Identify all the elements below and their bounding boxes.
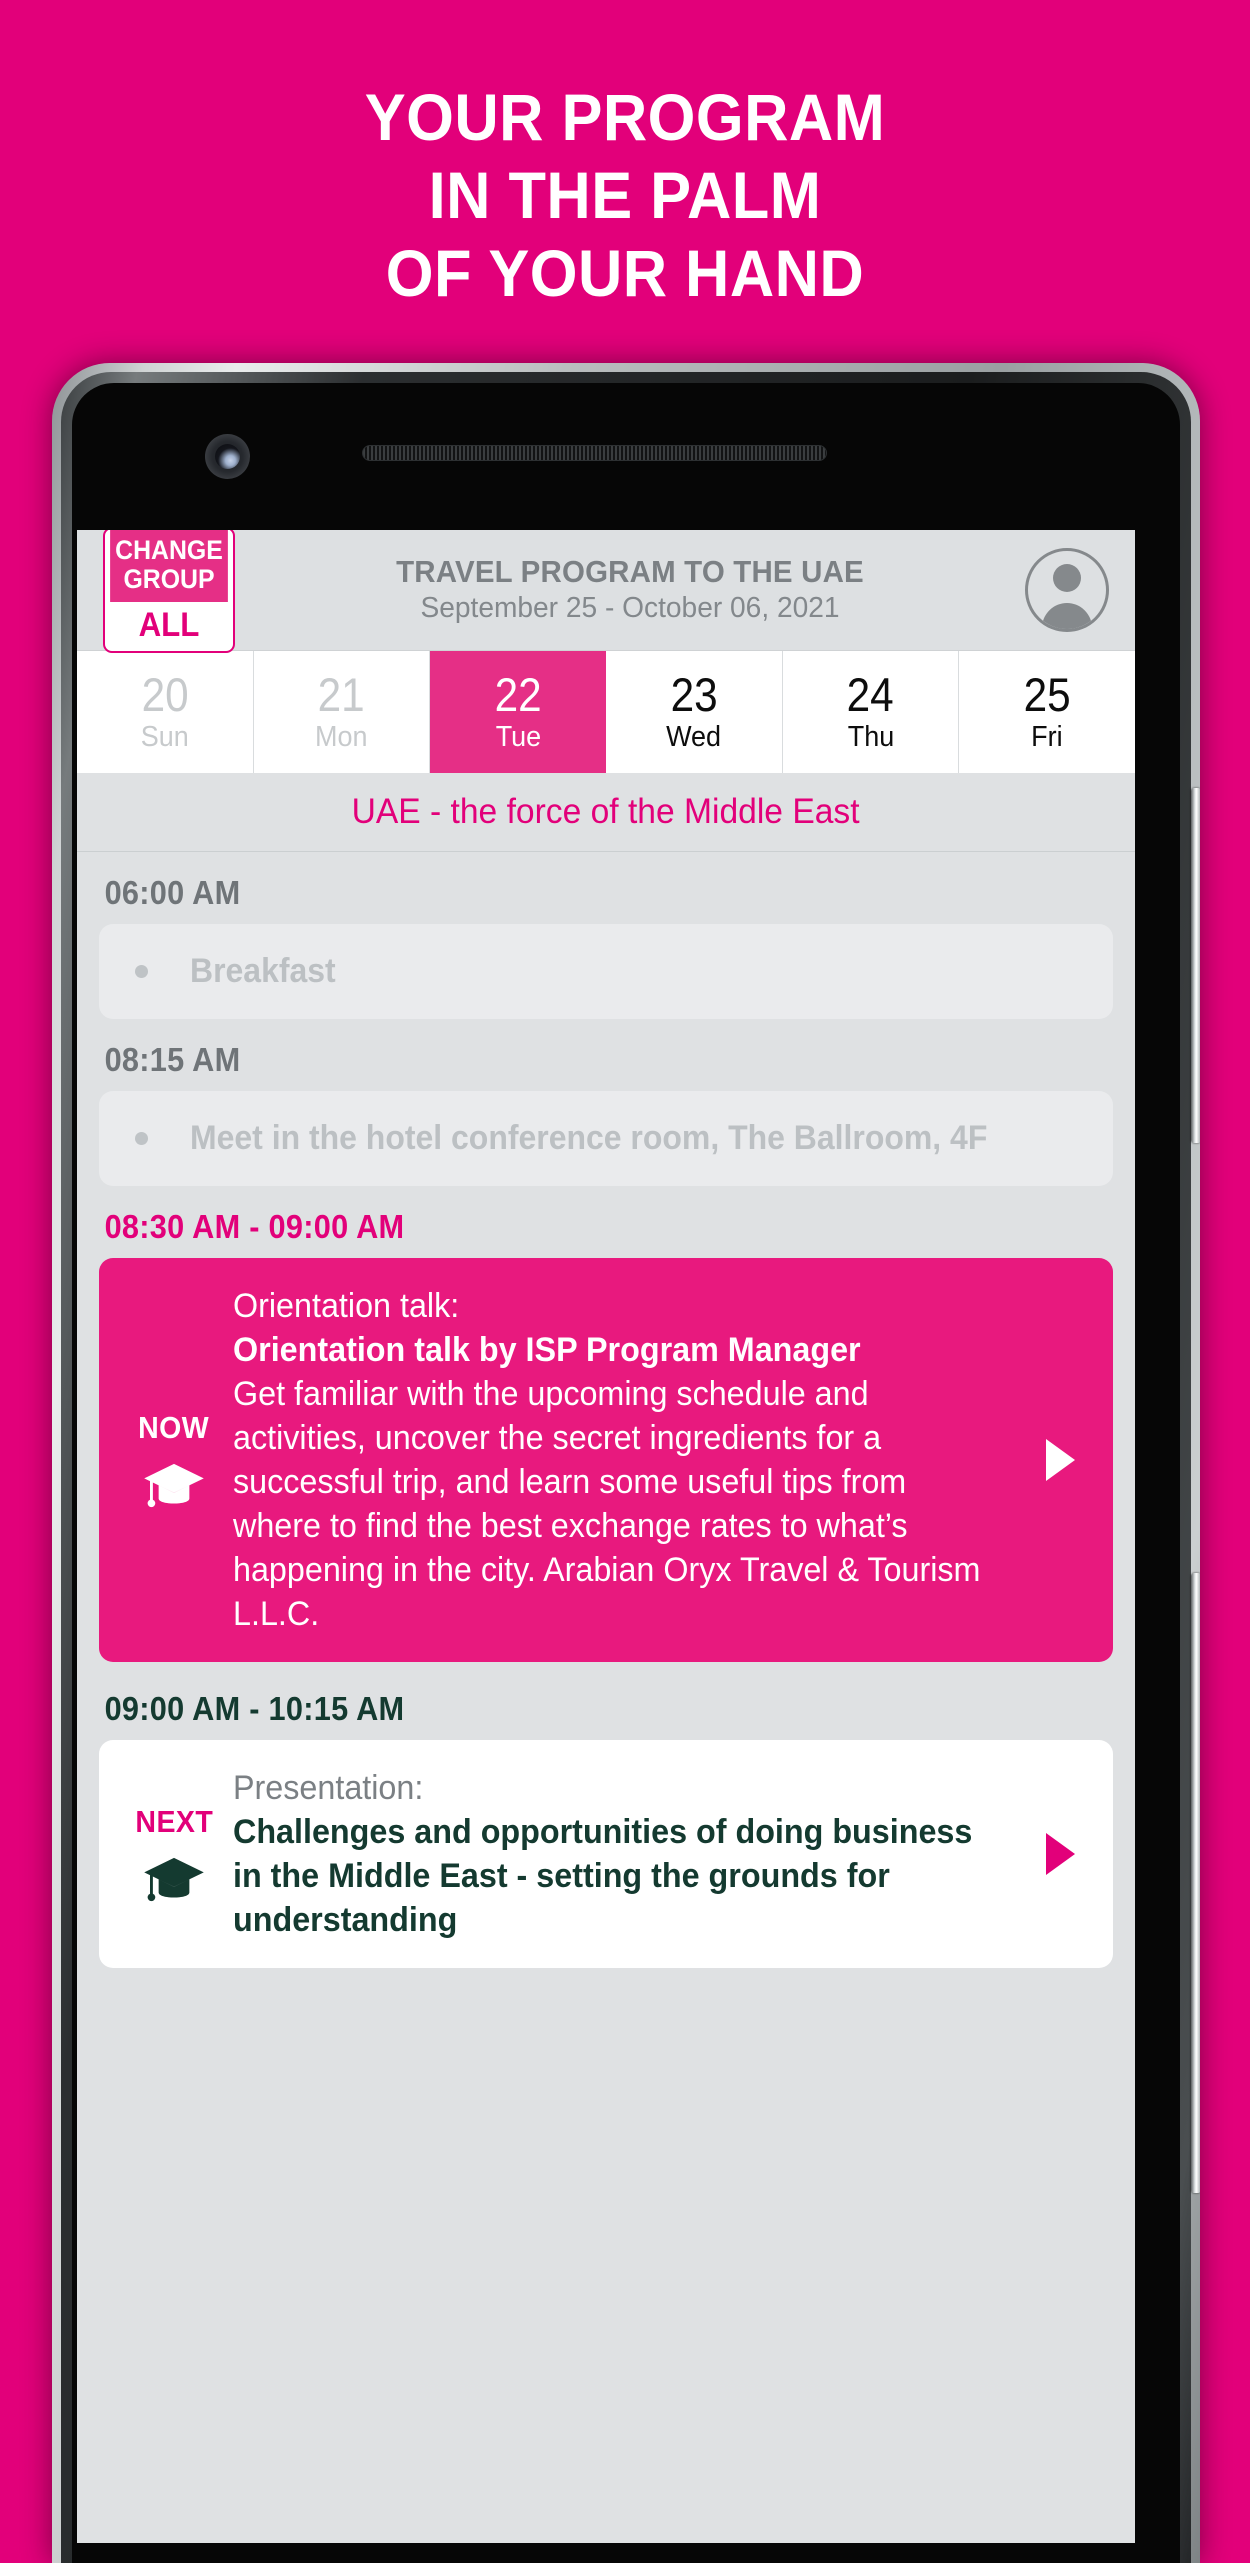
list-item-next[interactable]: NEXT Presentation: Challenges and opport…	[99, 1740, 1113, 1968]
avatar-body	[1042, 603, 1092, 629]
date-cell-20[interactable]: 20 Sun	[77, 651, 254, 773]
date-cell-21[interactable]: 21 Mon	[254, 651, 431, 773]
status-badge: NOW	[138, 1410, 210, 1445]
list-item[interactable]: Meet in the hotel conference room, The B…	[99, 1091, 1113, 1186]
card-body-now: Orientation talk: Orientation talk by IS…	[233, 1284, 1029, 1636]
change-group-button[interactable]: CHANGE GROUP ALL	[103, 530, 235, 653]
graduation-cap-icon	[143, 1462, 205, 1510]
event-description: Get familiar with the upcoming schedule …	[233, 1375, 981, 1633]
event-title: Breakfast	[190, 952, 336, 990]
date-number: 20	[141, 668, 189, 721]
date-number: 21	[317, 668, 366, 721]
card-side-next: NEXT	[115, 1804, 233, 1904]
headline-line-1: YOUR PROGRAM	[364, 80, 886, 154]
date-number: 23	[670, 668, 718, 721]
list-item[interactable]: Breakfast	[99, 924, 1113, 1019]
card-side-now: NOW	[115, 1410, 233, 1510]
change-group-label-line1: CHANGE	[115, 535, 223, 565]
date-number: 22	[494, 668, 542, 721]
day-subtitle-bar: UAE - the force of the Middle East	[77, 773, 1135, 852]
card-body-next: Presentation: Challenges and opportuniti…	[233, 1766, 1029, 1942]
schedule-list: 06:00 AM Breakfast 08:15 AM Meet in the …	[77, 852, 1135, 1968]
list-item-now[interactable]: NOW Orientation talk: Orientation talk b…	[99, 1258, 1113, 1662]
date-weekday: Tue	[495, 721, 541, 753]
headline-line-2: IN THE PALM	[428, 158, 822, 232]
date-weekday: Fri	[1031, 721, 1063, 753]
date-weekday: Sun	[140, 721, 189, 753]
app-header: CHANGE GROUP ALL TRAVEL PROGRAM TO THE U…	[77, 530, 1135, 653]
promo-headline: YOUR PROGRAM IN THE PALM OF YOUR HAND	[44, 78, 1207, 312]
day-subtitle: UAE - the force of the Middle East	[352, 792, 860, 831]
avatar-head	[1053, 564, 1081, 592]
date-weekday: Wed	[666, 721, 722, 753]
date-weekday: Thu	[847, 721, 894, 753]
date-number: 25	[1023, 668, 1071, 721]
bullet-icon	[135, 965, 148, 978]
page-title: TRAVEL PROGRAM TO THE UAE	[396, 554, 864, 589]
date-cell-23[interactable]: 23 Wed	[606, 651, 783, 773]
bullet-icon	[135, 1132, 148, 1145]
phone-mockup: CHANGE GROUP ALL TRAVEL PROGRAM TO THE U…	[52, 363, 1200, 2563]
earpiece-speaker-icon	[362, 445, 827, 461]
date-cell-25[interactable]: 25 Fri	[959, 651, 1135, 773]
volume-button[interactable]	[1191, 788, 1200, 1143]
date-weekday: Mon	[315, 721, 368, 753]
event-title: Orientation talk by ISP Program Manager	[233, 1331, 861, 1369]
date-cell-22-selected[interactable]: 22 Tue	[430, 651, 607, 773]
headline-line-3: OF YOUR HAND	[385, 236, 865, 310]
graduation-cap-icon	[143, 1856, 205, 1904]
event-kicker: Presentation:	[233, 1769, 424, 1807]
app-screen: CHANGE GROUP ALL TRAVEL PROGRAM TO THE U…	[77, 530, 1135, 2543]
power-button[interactable]	[1191, 1573, 1200, 2193]
event-title: Meet in the hotel conference room, The B…	[190, 1119, 988, 1157]
event-title: Challenges and opportunities of doing bu…	[233, 1813, 973, 1939]
date-number: 24	[846, 668, 895, 721]
change-group-label: CHANGE GROUP	[110, 530, 228, 602]
slot-time: 09:00 AM - 10:15 AM	[104, 1690, 405, 1727]
date-cell-24[interactable]: 24 Thu	[783, 651, 960, 773]
person-icon[interactable]	[1025, 548, 1109, 632]
page-subtitle: September 25 - October 06, 2021	[420, 592, 840, 624]
status-badge: NEXT	[135, 1804, 213, 1839]
header-title-block: TRAVEL PROGRAM TO THE UAE September 25 -…	[235, 554, 1025, 626]
slot-time: 06:00 AM	[104, 874, 241, 911]
change-group-label-line2: GROUP	[123, 564, 215, 594]
event-kicker: Orientation talk:	[233, 1287, 460, 1325]
date-strip: 20 Sun 21 Mon 22 Tue 23 Wed 24 Thu 25 Fr…	[77, 650, 1135, 773]
play-arrow-icon[interactable]	[1029, 1831, 1091, 1877]
slot-time: 08:15 AM	[104, 1041, 241, 1078]
play-arrow-icon[interactable]	[1029, 1437, 1091, 1483]
slot-time: 08:30 AM - 09:00 AM	[104, 1208, 405, 1245]
front-camera-icon	[205, 434, 250, 479]
change-group-value: ALL	[138, 606, 200, 644]
